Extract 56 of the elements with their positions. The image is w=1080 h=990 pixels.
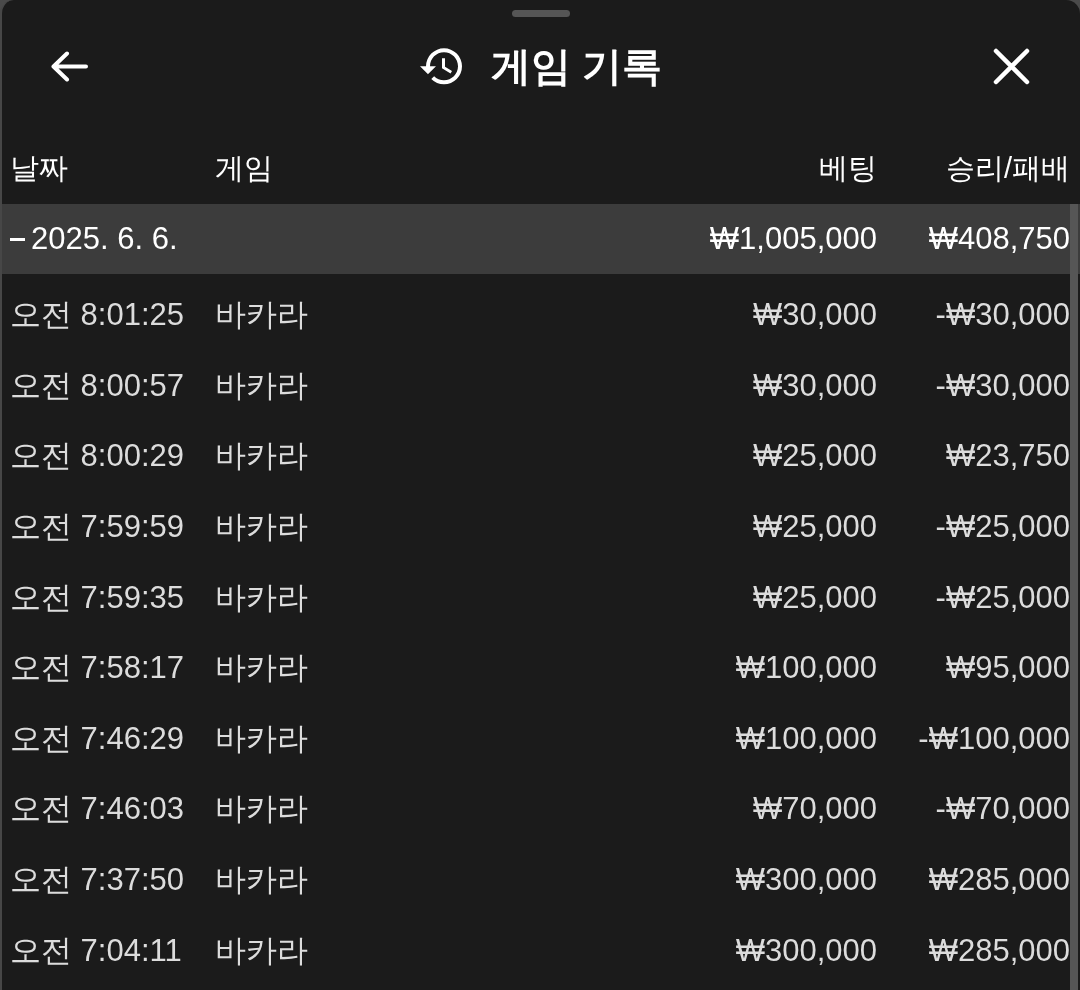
column-header: 베팅 — [819, 151, 877, 186]
bet-amount: ₩300,000 — [735, 862, 877, 899]
win-loss-amount: -₩30,000 — [935, 297, 1070, 334]
time-text: 오전 8:00:29 — [10, 437, 186, 476]
game-name: 바카라 — [215, 508, 309, 547]
time-text: 오전 8:00:57 — [10, 366, 186, 405]
time-text: 오전 7:46:29 — [10, 719, 186, 758]
win-loss-amount: -₩30,000 — [935, 367, 1070, 404]
time-text: 오전 7:59:59 — [10, 508, 186, 547]
win-loss-amount: -₩70,000 — [935, 791, 1070, 828]
scrollbar-thumb[interactable] — [1070, 204, 1078, 990]
column-header: 승리/패배 — [945, 151, 1070, 186]
sheet-title: 게임 기록 — [490, 42, 663, 90]
bet-amount: ₩100,000 — [735, 650, 877, 687]
group-date: 2025. 6. 6. — [31, 221, 178, 257]
bet-amount: ₩100,000 — [735, 720, 877, 757]
win-loss-amount: ₩285,000 — [928, 862, 1070, 899]
bet-amount: ₩25,000 — [752, 438, 877, 475]
win-loss-amount: -₩25,000 — [935, 579, 1070, 616]
column-header: 게임 — [215, 151, 274, 186]
game-name: 바카라 — [215, 366, 309, 405]
bet-amount: ₩25,000 — [752, 509, 877, 546]
close-icon — [993, 47, 1030, 85]
game-name: 바카라 — [215, 437, 309, 476]
win-loss-amount: ₩23,750 — [945, 438, 1070, 475]
bet-amount: ₩300,000 — [735, 932, 877, 969]
total-bet-amount: ₩1,005,000 — [709, 221, 877, 257]
win-loss-amount: -₩25,000 — [935, 509, 1070, 546]
game-name: 바카라 — [215, 649, 309, 688]
bet-amount: ₩70,000 — [752, 791, 877, 828]
time-text: 오전 8:01:25 — [10, 296, 186, 335]
back-button[interactable] — [50, 50, 88, 82]
time-text: 오전 7:58:17 — [10, 649, 186, 688]
total-win-loss-amount: ₩408,750 — [928, 221, 1070, 257]
time-text: 오전 7:04:11 — [10, 931, 183, 970]
game-name: 바카라 — [215, 719, 309, 758]
game-name: 바카라 — [215, 861, 309, 900]
column-header: 날짜 — [10, 151, 69, 186]
bet-amount: ₩30,000 — [752, 297, 877, 334]
bet-amount: ₩30,000 — [752, 367, 877, 404]
time-text: 오전 7:37:50 — [10, 861, 186, 900]
history-icon — [419, 45, 463, 87]
arrow-left-icon — [50, 50, 88, 82]
game-name: 바카라 — [215, 578, 309, 617]
time-text: 오전 7:46:03 — [10, 790, 186, 829]
collapse-icon[interactable] — [10, 237, 25, 241]
game-name: 바카라 — [215, 296, 309, 335]
win-loss-amount: ₩285,000 — [928, 932, 1070, 969]
game-name: 바카라 — [215, 931, 309, 970]
win-loss-amount: -₩100,000 — [918, 720, 1070, 757]
time-text: 오전 7:59:35 — [10, 578, 186, 617]
close-button[interactable] — [993, 47, 1030, 85]
bet-amount: ₩25,000 — [752, 579, 877, 616]
date-group-row[interactable]: 2025. 6. 6. ₩1,005,000 ₩408,750 — [2, 204, 1080, 274]
win-loss-amount: ₩95,000 — [945, 650, 1070, 687]
game-name: 바카라 — [215, 790, 309, 829]
